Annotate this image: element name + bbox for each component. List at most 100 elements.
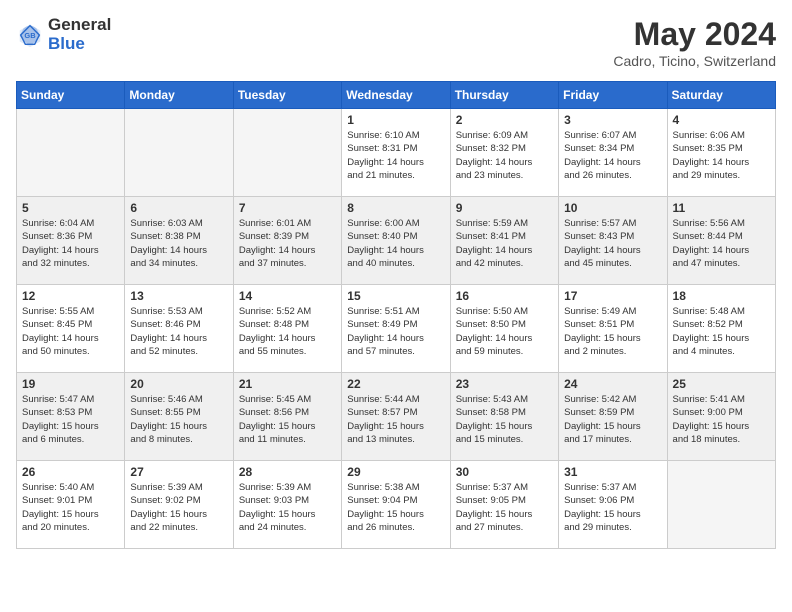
day-cell: 31 Sunrise: 5:37 AM Sunset: 9:06 PM Dayli… — [559, 461, 667, 549]
day-info: Sunrise: 5:42 AM Sunset: 8:59 PM Dayligh… — [564, 393, 661, 446]
day-cell: 20 Sunrise: 5:46 AM Sunset: 8:55 PM Dayli… — [125, 373, 233, 461]
svg-text:GB: GB — [24, 30, 36, 39]
day-info: Sunrise: 6:04 AM Sunset: 8:36 PM Dayligh… — [22, 217, 119, 270]
day-number: 1 — [347, 113, 444, 127]
day-header-saturday: Saturday — [667, 82, 775, 109]
day-cell: 30 Sunrise: 5:37 AM Sunset: 9:05 PM Dayli… — [450, 461, 558, 549]
day-cell: 4 Sunrise: 6:06 AM Sunset: 8:35 PM Daylig… — [667, 109, 775, 197]
day-cell: 22 Sunrise: 5:44 AM Sunset: 8:57 PM Dayli… — [342, 373, 450, 461]
day-info: Sunrise: 5:46 AM Sunset: 8:55 PM Dayligh… — [130, 393, 227, 446]
day-number: 5 — [22, 201, 119, 215]
day-cell: 15 Sunrise: 5:51 AM Sunset: 8:49 PM Dayli… — [342, 285, 450, 373]
header-row: SundayMondayTuesdayWednesdayThursdayFrid… — [17, 82, 776, 109]
day-info: Sunrise: 5:43 AM Sunset: 8:58 PM Dayligh… — [456, 393, 553, 446]
day-cell: 21Sunrise: 5:45 AM Sunset: 8:56 PM Dayli… — [233, 373, 341, 461]
day-number: 2 — [456, 113, 553, 127]
day-info: Sunrise: 5:40 AM Sunset: 9:01 PM Dayligh… — [22, 481, 119, 534]
main-title: May 2024 — [613, 16, 776, 53]
subtitle: Cadro, Ticino, Switzerland — [613, 53, 776, 69]
week-row-3: 12Sunrise: 5:55 AM Sunset: 8:45 PM Dayli… — [17, 285, 776, 373]
day-info: Sunrise: 6:09 AM Sunset: 8:32 PM Dayligh… — [456, 129, 553, 182]
day-cell: 3 Sunrise: 6:07 AM Sunset: 8:34 PM Daylig… — [559, 109, 667, 197]
day-number: 6 — [130, 201, 227, 215]
day-cell: 17Sunrise: 5:49 AM Sunset: 8:51 PM Dayli… — [559, 285, 667, 373]
day-info: Sunrise: 5:44 AM Sunset: 8:57 PM Dayligh… — [347, 393, 444, 446]
logo-icon: GB — [16, 21, 44, 49]
day-number: 13 — [130, 289, 227, 303]
logo-general: General — [48, 16, 111, 35]
day-number: 8 — [347, 201, 444, 215]
day-number: 17 — [564, 289, 661, 303]
day-number: 26 — [22, 465, 119, 479]
day-info: Sunrise: 5:48 AM Sunset: 8:52 PM Dayligh… — [673, 305, 770, 358]
day-info: Sunrise: 5:39 AM Sunset: 9:03 PM Dayligh… — [239, 481, 336, 534]
day-number: 30 — [456, 465, 553, 479]
day-info: Sunrise: 5:37 AM Sunset: 9:05 PM Dayligh… — [456, 481, 553, 534]
day-number: 10 — [564, 201, 661, 215]
day-number: 12 — [22, 289, 119, 303]
day-cell: 23 Sunrise: 5:43 AM Sunset: 8:58 PM Dayli… — [450, 373, 558, 461]
page-container: GB General Blue May 2024 Cadro, Ticino, … — [16, 16, 776, 549]
day-number: 15 — [347, 289, 444, 303]
day-cell: 24 Sunrise: 5:42 AM Sunset: 8:59 PM Dayli… — [559, 373, 667, 461]
day-cell: 2 Sunrise: 6:09 AM Sunset: 8:32 PM Daylig… — [450, 109, 558, 197]
day-cell: 14Sunrise: 5:52 AM Sunset: 8:48 PM Dayli… — [233, 285, 341, 373]
day-info: Sunrise: 5:57 AM Sunset: 8:43 PM Dayligh… — [564, 217, 661, 270]
day-info: Sunrise: 5:56 AM Sunset: 8:44 PM Dayligh… — [673, 217, 770, 270]
day-number: 27 — [130, 465, 227, 479]
day-cell: 6Sunrise: 6:03 AM Sunset: 8:38 PM Daylig… — [125, 197, 233, 285]
day-cell — [233, 109, 341, 197]
day-number: 29 — [347, 465, 444, 479]
day-cell: 5 Sunrise: 6:04 AM Sunset: 8:36 PM Daylig… — [17, 197, 125, 285]
day-info: Sunrise: 6:01 AM Sunset: 8:39 PM Dayligh… — [239, 217, 336, 270]
day-info: Sunrise: 5:53 AM Sunset: 8:46 PM Dayligh… — [130, 305, 227, 358]
day-cell: 16 Sunrise: 5:50 AM Sunset: 8:50 PM Dayli… — [450, 285, 558, 373]
day-number: 25 — [673, 377, 770, 391]
logo: GB General Blue — [16, 16, 111, 53]
day-info: Sunrise: 5:51 AM Sunset: 8:49 PM Dayligh… — [347, 305, 444, 358]
day-number: 28 — [239, 465, 336, 479]
day-info: Sunrise: 6:07 AM Sunset: 8:34 PM Dayligh… — [564, 129, 661, 182]
day-info: Sunrise: 5:37 AM Sunset: 9:06 PM Dayligh… — [564, 481, 661, 534]
week-row-1: 1 Sunrise: 6:10 AM Sunset: 8:31 PM Daylig… — [17, 109, 776, 197]
day-header-friday: Friday — [559, 82, 667, 109]
day-cell: 9Sunrise: 5:59 AM Sunset: 8:41 PM Daylig… — [450, 197, 558, 285]
day-cell: 10 Sunrise: 5:57 AM Sunset: 8:43 PM Dayli… — [559, 197, 667, 285]
day-info: Sunrise: 5:47 AM Sunset: 8:53 PM Dayligh… — [22, 393, 119, 446]
day-number: 24 — [564, 377, 661, 391]
day-info: Sunrise: 5:50 AM Sunset: 8:50 PM Dayligh… — [456, 305, 553, 358]
day-number: 16 — [456, 289, 553, 303]
day-info: Sunrise: 5:39 AM Sunset: 9:02 PM Dayligh… — [130, 481, 227, 534]
day-cell: 7Sunrise: 6:01 AM Sunset: 8:39 PM Daylig… — [233, 197, 341, 285]
day-cell: 28 Sunrise: 5:39 AM Sunset: 9:03 PM Dayli… — [233, 461, 341, 549]
day-cell: 26 Sunrise: 5:40 AM Sunset: 9:01 PM Dayli… — [17, 461, 125, 549]
calendar-table: SundayMondayTuesdayWednesdayThursdayFrid… — [16, 81, 776, 549]
day-cell: 11 Sunrise: 5:56 AM Sunset: 8:44 PM Dayli… — [667, 197, 775, 285]
day-number: 11 — [673, 201, 770, 215]
day-info: Sunrise: 5:38 AM Sunset: 9:04 PM Dayligh… — [347, 481, 444, 534]
day-number: 23 — [456, 377, 553, 391]
day-number: 19 — [22, 377, 119, 391]
day-number: 20 — [130, 377, 227, 391]
day-info: Sunrise: 5:45 AM Sunset: 8:56 PM Dayligh… — [239, 393, 336, 446]
day-header-monday: Monday — [125, 82, 233, 109]
day-info: Sunrise: 6:10 AM Sunset: 8:31 PM Dayligh… — [347, 129, 444, 182]
day-number: 31 — [564, 465, 661, 479]
day-cell: 29 Sunrise: 5:38 AM Sunset: 9:04 PM Dayli… — [342, 461, 450, 549]
day-number: 9 — [456, 201, 553, 215]
day-number: 3 — [564, 113, 661, 127]
day-cell: 19 Sunrise: 5:47 AM Sunset: 8:53 PM Dayli… — [17, 373, 125, 461]
day-cell: 1 Sunrise: 6:10 AM Sunset: 8:31 PM Daylig… — [342, 109, 450, 197]
day-cell: 13 Sunrise: 5:53 AM Sunset: 8:46 PM Dayli… — [125, 285, 233, 373]
day-cell: 12Sunrise: 5:55 AM Sunset: 8:45 PM Dayli… — [17, 285, 125, 373]
day-number: 22 — [347, 377, 444, 391]
day-info: Sunrise: 6:06 AM Sunset: 8:35 PM Dayligh… — [673, 129, 770, 182]
day-info: Sunrise: 5:41 AM Sunset: 9:00 PM Dayligh… — [673, 393, 770, 446]
day-cell — [17, 109, 125, 197]
logo-text: General Blue — [48, 16, 111, 53]
day-number: 4 — [673, 113, 770, 127]
week-row-5: 26 Sunrise: 5:40 AM Sunset: 9:01 PM Dayli… — [17, 461, 776, 549]
day-number: 18 — [673, 289, 770, 303]
day-info: Sunrise: 6:00 AM Sunset: 8:40 PM Dayligh… — [347, 217, 444, 270]
day-cell — [667, 461, 775, 549]
